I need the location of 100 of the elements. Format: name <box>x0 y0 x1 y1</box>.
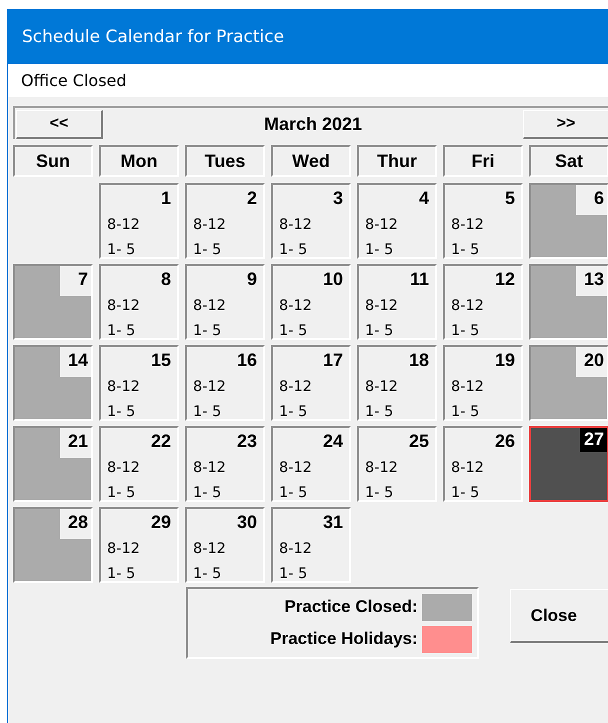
weekday-header: Sun <box>13 145 93 177</box>
day-cell[interactable]: 9 8-12 1- 5 <box>185 264 265 340</box>
office-hours: 8-12 <box>278 459 313 478</box>
day-number: 15 <box>150 349 172 372</box>
office-hours: 1- 5 <box>106 322 136 341</box>
closed-day-cell[interactable]: 20 <box>529 345 608 421</box>
day-cell[interactable]: 30 8-12 1- 5 <box>185 507 265 583</box>
day-number: 12 <box>494 268 516 291</box>
day-number: 16 <box>236 349 258 372</box>
closed-day-cell[interactable]: 28 <box>13 507 93 583</box>
weekday-header: Sat <box>529 145 608 177</box>
office-hours: 8-12 <box>192 297 227 316</box>
day-number: 5 <box>504 187 516 210</box>
office-hours: 1- 5 <box>106 484 136 503</box>
office-hours: 1- 5 <box>364 241 394 260</box>
closed-day-cell[interactable]: 27 <box>529 426 608 502</box>
day-cell[interactable]: 11 8-12 1- 5 <box>357 264 437 340</box>
office-hours: 8-12 <box>192 216 227 235</box>
previous-month-button[interactable]: << <box>16 110 103 138</box>
closed-day-cell[interactable]: 6 <box>529 183 608 259</box>
month-title: March 2021 <box>262 114 364 134</box>
day-cell[interactable]: 15 8-12 1- 5 <box>99 345 179 421</box>
day-cell[interactable]: 10 8-12 1- 5 <box>271 264 351 340</box>
office-hours: 1- 5 <box>192 403 222 422</box>
day-number: 22 <box>150 430 172 453</box>
office-hours: 1- 5 <box>106 241 136 260</box>
office-hours: 1- 5 <box>106 403 136 422</box>
weekday-header: Fri <box>443 145 523 177</box>
legend-label: Practice Holidays: <box>270 629 418 649</box>
closed-day-cell[interactable]: 21 <box>13 426 93 502</box>
day-number: 28 <box>60 509 91 539</box>
day-number: 25 <box>408 430 430 453</box>
day-number: 4 <box>418 187 430 210</box>
close-button[interactable]: Close <box>510 589 608 643</box>
day-cell[interactable]: 24 8-12 1- 5 <box>271 426 351 502</box>
office-hours: 1- 5 <box>278 484 308 503</box>
day-cell[interactable]: 1 8-12 1- 5 <box>99 183 179 259</box>
day-cell[interactable]: 8 8-12 1- 5 <box>99 264 179 340</box>
office-hours: 8-12 <box>106 540 141 559</box>
office-hours: 8-12 <box>278 378 313 397</box>
office-hours: 8-12 <box>192 540 227 559</box>
office-hours: 8-12 <box>364 378 399 397</box>
day-number: 2 <box>246 187 258 210</box>
office-hours: 1- 5 <box>450 484 480 503</box>
weekday-header: Tues <box>185 145 265 177</box>
closed-day-cell[interactable]: 14 <box>13 345 93 421</box>
day-number: 31 <box>322 511 344 534</box>
day-number: 11 <box>408 268 430 291</box>
office-hours: 8-12 <box>450 297 485 316</box>
day-number: 29 <box>150 511 172 534</box>
day-cell[interactable]: 19 8-12 1- 5 <box>443 345 523 421</box>
office-hours: 8-12 <box>364 459 399 478</box>
day-number: 21 <box>60 428 91 458</box>
day-cell[interactable]: 2 8-12 1- 5 <box>185 183 265 259</box>
day-cell[interactable]: 18 8-12 1- 5 <box>357 345 437 421</box>
day-cell[interactable]: 22 8-12 1- 5 <box>99 426 179 502</box>
office-hours: 8-12 <box>450 459 485 478</box>
day-number: 26 <box>494 430 516 453</box>
office-hours: 1- 5 <box>192 565 222 584</box>
day-number: 17 <box>322 349 344 372</box>
office-hours: 8-12 <box>106 297 141 316</box>
office-hours: 8-12 <box>364 297 399 316</box>
office-hours: 1- 5 <box>192 484 222 503</box>
day-number: 23 <box>236 430 258 453</box>
next-month-button[interactable]: >> <box>523 110 608 138</box>
window-title: Schedule Calendar for Practice <box>22 26 284 46</box>
office-hours: 1- 5 <box>278 241 308 260</box>
office-hours: 1- 5 <box>450 403 480 422</box>
day-cell[interactable]: 25 8-12 1- 5 <box>357 426 437 502</box>
day-number: 19 <box>494 349 516 372</box>
day-cell[interactable]: 12 8-12 1- 5 <box>443 264 523 340</box>
office-hours: 8-12 <box>278 297 313 316</box>
day-cell[interactable]: 5 8-12 1- 5 <box>443 183 523 259</box>
office-hours: 8-12 <box>192 459 227 478</box>
office-hours: 1- 5 <box>278 403 308 422</box>
office-hours: 8-12 <box>106 459 141 478</box>
day-cell[interactable]: 3 8-12 1- 5 <box>271 183 351 259</box>
day-cell[interactable]: 17 8-12 1- 5 <box>271 345 351 421</box>
day-number: 7 <box>60 266 91 296</box>
day-cell[interactable]: 16 8-12 1- 5 <box>185 345 265 421</box>
day-cell[interactable]: 29 8-12 1- 5 <box>99 507 179 583</box>
office-hours: 1- 5 <box>450 241 480 260</box>
office-hours: 8-12 <box>278 216 313 235</box>
day-number: 3 <box>332 187 344 210</box>
office-hours: 8-12 <box>450 216 485 235</box>
day-number: 8 <box>160 268 172 291</box>
office-hours: 1- 5 <box>278 322 308 341</box>
office-hours: 1- 5 <box>450 322 480 341</box>
office-hours: 1- 5 <box>364 322 394 341</box>
day-cell[interactable]: 4 8-12 1- 5 <box>357 183 437 259</box>
day-number: 14 <box>60 347 91 377</box>
day-number: 13 <box>576 266 607 296</box>
legend-label: Practice Closed: <box>284 597 418 617</box>
day-cell[interactable]: 23 8-12 1- 5 <box>185 426 265 502</box>
day-number: 27 <box>580 428 607 452</box>
day-cell[interactable]: 31 8-12 1- 5 <box>271 507 351 583</box>
closed-day-cell[interactable]: 13 <box>529 264 608 340</box>
day-cell[interactable]: 26 8-12 1- 5 <box>443 426 523 502</box>
office-hours: 1- 5 <box>192 241 222 260</box>
closed-day-cell[interactable]: 7 <box>13 264 93 340</box>
